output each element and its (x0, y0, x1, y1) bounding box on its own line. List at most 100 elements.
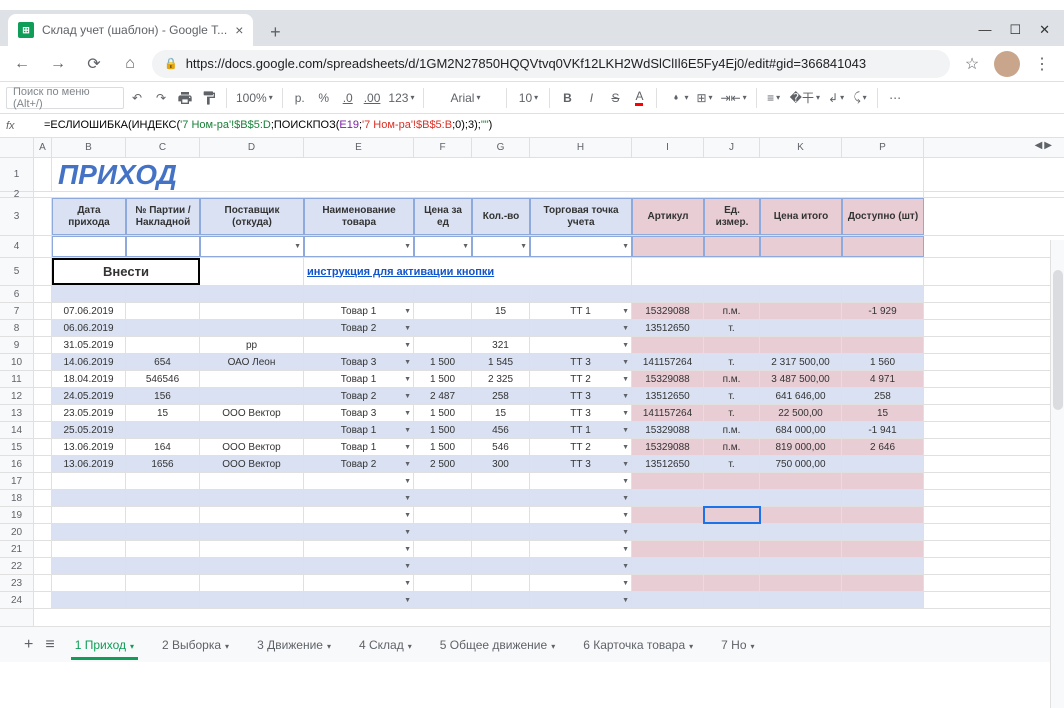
data-cell[interactable]: ООО Вектор (200, 405, 304, 421)
empty-cell[interactable] (704, 575, 760, 591)
data-cell[interactable]: 1 545 (472, 354, 530, 370)
cell[interactable] (760, 236, 842, 257)
data-cell[interactable]: 750 000,00 (760, 456, 842, 472)
paint-format-button[interactable] (198, 86, 220, 110)
table-header[interactable]: № Партии / Накладной (126, 198, 200, 235)
data-cell[interactable]: 2 317 500,00 (760, 354, 842, 370)
row-header[interactable]: 14 (0, 422, 33, 439)
data-cell[interactable]: 258 (842, 388, 924, 404)
empty-cell[interactable] (632, 592, 704, 608)
data-cell[interactable] (704, 337, 760, 353)
empty-cell[interactable]: ▼ (530, 473, 632, 489)
data-cell[interactable] (842, 337, 924, 353)
data-cell[interactable] (472, 320, 530, 336)
data-cell[interactable]: 1 500 (414, 354, 472, 370)
scroll-left-icon[interactable]: ◀ (1035, 140, 1043, 151)
row-header[interactable]: 11 (0, 371, 33, 388)
data-cell[interactable]: Товар 1▼ (304, 303, 414, 319)
data-cell[interactable]: 22 500,00 (760, 405, 842, 421)
empty-cell[interactable] (200, 473, 304, 489)
cell[interactable] (34, 258, 52, 285)
empty-cell[interactable] (472, 575, 530, 591)
row-header[interactable]: 3 (0, 198, 33, 236)
empty-cell[interactable]: ▼ (304, 507, 414, 523)
borders-button[interactable]: ⊞ (693, 86, 715, 110)
cell[interactable]: ▼ (200, 236, 304, 257)
data-cell[interactable] (200, 388, 304, 404)
data-cell[interactable]: 15 (472, 303, 530, 319)
empty-cell[interactable] (52, 507, 126, 523)
empty-cell[interactable] (200, 541, 304, 557)
data-cell[interactable]: 141157264 (632, 405, 704, 421)
data-cell[interactable]: т. (704, 320, 760, 336)
empty-cell[interactable] (704, 490, 760, 506)
data-cell[interactable]: 546546 (126, 371, 200, 387)
cell[interactable] (414, 286, 472, 302)
empty-cell[interactable] (200, 507, 304, 523)
empty-cell[interactable] (52, 558, 126, 574)
data-cell[interactable]: ООО Вектор (200, 439, 304, 455)
data-cell[interactable]: 06.06.2019 (52, 320, 126, 336)
empty-cell[interactable] (760, 507, 842, 523)
data-cell[interactable]: 546 (472, 439, 530, 455)
empty-cell[interactable] (472, 473, 530, 489)
data-cell[interactable]: ▼ (530, 320, 632, 336)
table-header[interactable]: Торговая точка учета (530, 198, 632, 235)
dec-decrease-button[interactable]: .0 (337, 86, 359, 110)
empty-cell[interactable] (842, 490, 924, 506)
data-cell[interactable]: ▼ (530, 337, 632, 353)
col-header-H[interactable]: H (530, 138, 632, 157)
empty-cell[interactable] (842, 507, 924, 523)
table-header[interactable]: Артикул (632, 198, 704, 235)
submit-button[interactable]: Внести (52, 258, 200, 285)
browser-tab[interactable]: ⊞ Склад учет (шаблон) - Google Т... × (8, 14, 253, 46)
empty-cell[interactable] (414, 490, 472, 506)
menu-icon[interactable]: ⋮ (1028, 54, 1056, 74)
empty-cell[interactable] (472, 507, 530, 523)
scroll-right-icon[interactable]: ▶ (1044, 140, 1052, 151)
cell[interactable] (34, 592, 52, 608)
empty-cell[interactable] (52, 575, 126, 591)
cell[interactable] (52, 236, 126, 257)
home-button[interactable]: ⌂ (116, 50, 144, 78)
vertical-scrollbar[interactable] (1050, 240, 1064, 708)
cell[interactable] (34, 575, 52, 591)
data-cell[interactable]: т. (704, 388, 760, 404)
data-cell[interactable] (414, 320, 472, 336)
empty-cell[interactable] (414, 473, 472, 489)
cell[interactable] (632, 236, 704, 257)
table-header[interactable]: Цена итого (760, 198, 842, 235)
formula-input[interactable]: =ЕСЛИОШИБКА(ИНДЕКС('7 Ном-ра'!$B$5:D;ПОИ… (36, 119, 492, 132)
halign-button[interactable]: ≡ (763, 86, 785, 110)
cell[interactable] (760, 286, 842, 302)
empty-cell[interactable]: ▼ (530, 507, 632, 523)
data-cell[interactable]: 300 (472, 456, 530, 472)
empty-cell[interactable] (632, 507, 704, 523)
data-cell[interactable]: 13512650 (632, 456, 704, 472)
cell[interactable] (472, 286, 530, 302)
cell[interactable] (126, 286, 200, 302)
data-cell[interactable]: ТТ 3▼ (530, 388, 632, 404)
bookmark-icon[interactable]: ☆ (958, 50, 986, 78)
empty-cell[interactable] (52, 592, 126, 608)
data-cell[interactable]: 654 (126, 354, 200, 370)
cell[interactable] (632, 258, 924, 285)
cell[interactable] (200, 286, 304, 302)
empty-cell[interactable] (704, 558, 760, 574)
currency-button[interactable]: р. (289, 86, 311, 110)
table-header[interactable]: Поставщик (откуда) (200, 198, 304, 235)
data-cell[interactable]: 18.04.2019 (52, 371, 126, 387)
cell[interactable] (34, 439, 52, 455)
data-cell[interactable]: Товар 2▼ (304, 320, 414, 336)
redo-button[interactable]: ↷ (150, 86, 172, 110)
row-header[interactable]: 15 (0, 439, 33, 456)
instruction-link[interactable]: инструкция для активации кнопки (304, 258, 632, 285)
dec-increase-button[interactable]: .00 (361, 86, 384, 110)
row-header[interactable]: 4 (0, 236, 33, 258)
undo-button[interactable]: ↶ (126, 86, 148, 110)
empty-cell[interactable] (126, 490, 200, 506)
empty-cell[interactable] (52, 524, 126, 540)
font-select[interactable]: Arial (430, 86, 500, 110)
fill-color-button[interactable] (663, 86, 691, 110)
profile-avatar[interactable] (994, 51, 1020, 77)
